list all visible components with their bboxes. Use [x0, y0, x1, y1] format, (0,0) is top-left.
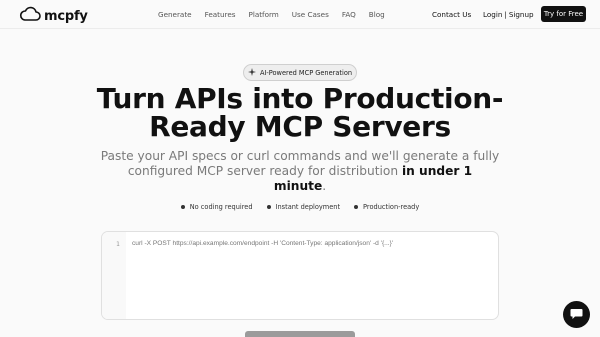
feature-label: No coding required — [189, 203, 253, 211]
subtitle-period: . — [322, 178, 327, 193]
bullet-icon — [266, 205, 271, 209]
badge-label: AI-Powered MCP Generation — [259, 68, 353, 77]
line-gutter — [102, 232, 126, 319]
feature-item: No coding required — [180, 203, 253, 211]
site-header: mcpfy Generate Features Platform Use Cas… — [0, 0, 600, 29]
bullet-icon — [180, 205, 185, 209]
logo-text: mcpfy — [44, 8, 88, 24]
hero-badge: AI-Powered MCP Generation — [243, 64, 357, 81]
cloud-icon — [19, 6, 41, 26]
editor-placeholder[interactable]: curl -X POST https://api.example.com/end… — [132, 240, 393, 247]
nav-item-faq[interactable]: FAQ — [342, 10, 356, 19]
chat-bubble-icon — [570, 305, 583, 324]
nav-item-use-cases[interactable]: Use Cases — [292, 10, 329, 19]
line-number: 1 — [116, 240, 120, 248]
auth-links: Login | Signup — [483, 10, 534, 19]
feature-item: Production-ready — [354, 203, 419, 211]
logo[interactable]: mcpfy — [19, 6, 88, 26]
bullet-icon — [354, 205, 359, 209]
contact-link[interactable]: Contact Us — [432, 10, 471, 19]
chat-button[interactable] — [563, 301, 590, 328]
signup-link[interactable]: Signup — [509, 10, 534, 19]
curl-input-editor[interactable]: 1 curl -X POST https://api.example.com/e… — [101, 231, 499, 320]
generate-button[interactable] — [245, 331, 355, 337]
main-nav: Generate Features Platform Use Cases FAQ… — [158, 10, 398, 19]
feature-list: No coding required Instant deployment Pr… — [0, 203, 600, 211]
hero-subtitle: Paste your API specs or curl commands an… — [100, 149, 500, 193]
try-for-free-button[interactable]: Try for Free — [541, 6, 586, 22]
title-line-2: Ready MCP Servers — [149, 110, 451, 143]
nav-item-generate[interactable]: Generate — [158, 10, 192, 19]
nav-item-blog[interactable]: Blog — [369, 10, 385, 19]
auth-separator: | — [504, 10, 507, 19]
nav-item-platform[interactable]: Platform — [248, 10, 278, 19]
nav-item-features[interactable]: Features — [205, 10, 236, 19]
feature-label: Instant deployment — [275, 203, 341, 211]
page-title: Turn APIs into Production- Ready MCP Ser… — [0, 85, 600, 141]
feature-label: Production-ready — [363, 203, 420, 211]
login-link[interactable]: Login — [483, 10, 502, 19]
sparkle-icon — [247, 67, 256, 78]
feature-item: Instant deployment — [266, 203, 341, 211]
